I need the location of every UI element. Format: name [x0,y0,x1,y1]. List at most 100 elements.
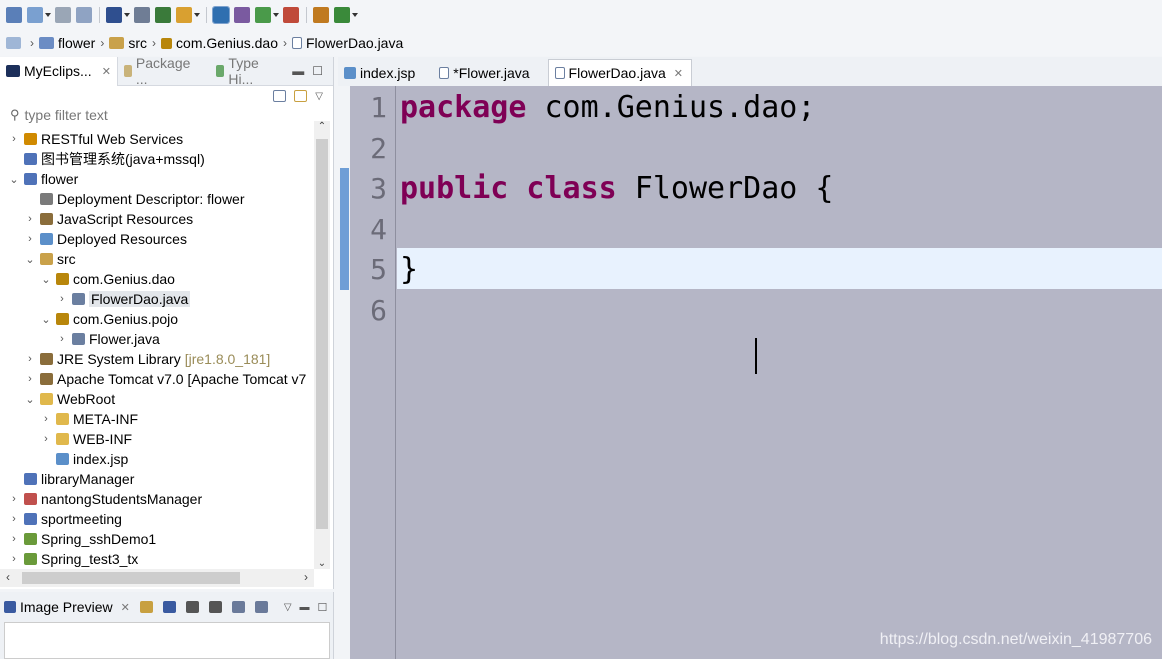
tree-item[interactable]: Deployment Descriptor: flower [24,189,245,209]
tree-item[interactable]: ⌄ src [24,249,75,269]
tree-item[interactable]: › WEB-INF [40,429,132,449]
maximize-icon[interactable]: ☐ [318,601,328,614]
tree-item[interactable]: ⌄ WebRoot [24,389,115,409]
tree-item[interactable]: › Apache Tomcat v7.0 [Apache Tomcat v7 [24,369,306,389]
breadcrumb-item-src[interactable]: src [109,35,147,51]
library-icon [40,213,53,225]
close-icon[interactable]: ✕ [674,67,683,80]
tab-flowerdao-java[interactable]: FlowerDao.java ✕ [547,59,693,86]
expand-icon[interactable]: › [24,213,36,225]
expand-icon[interactable]: › [8,133,20,145]
tab-flower-java[interactable]: *Flower.java [433,59,547,86]
project-icon [24,153,37,165]
collapse-all-icon[interactable] [273,90,287,102]
scroll-right-icon[interactable]: › [304,570,308,584]
open-type-icon[interactable] [255,7,279,23]
view-menu-icon[interactable]: ▽ [315,91,323,102]
expand-icon[interactable]: › [24,233,36,245]
tree-item[interactable]: › Flower.java [56,329,160,349]
scroll-up-icon[interactable]: ⌃ [314,121,330,132]
sync-icon[interactable] [139,601,153,613]
expand-icon[interactable]: › [24,373,36,385]
tree-item[interactable]: › RESTful Web Services [8,129,183,149]
tree-item[interactable]: › Spring_test3_tx [8,549,138,569]
save-all-icon[interactable] [76,7,92,23]
search-icon[interactable] [176,7,200,23]
image-icon[interactable] [162,601,176,613]
maximize-icon[interactable]: ☐ [312,64,323,78]
close-icon[interactable]: ✕ [102,65,111,78]
link-editor-icon[interactable] [6,37,21,49]
scroll-down-icon[interactable]: ⌄ [314,558,330,569]
tree-item[interactable]: › JRE System Library [jre1.8.0_181] [24,349,270,369]
tree-item[interactable]: ⌄ com.Genius.pojo [40,309,178,329]
tab-index-jsp[interactable]: index.jsp [338,59,433,86]
tree-item[interactable]: › nantongStudentsManager [8,489,202,509]
debug-icon[interactable] [155,7,171,23]
breadcrumb-item-package[interactable]: com.Genius.dao [161,35,278,51]
preview-toolbar [139,601,272,613]
tab-myeclipse-explorer[interactable]: MyEclips... ✕ [0,56,118,86]
run-icon[interactable] [134,7,150,23]
print-icon[interactable] [106,7,130,23]
close-icon[interactable]: ✕ [121,601,130,614]
tree-item[interactable]: 图书管理系统(java+mssql) [8,149,205,169]
scroll-left-icon[interactable]: ‹ [6,570,10,584]
expand-icon[interactable]: › [56,333,68,345]
expand-icon[interactable]: › [40,413,52,425]
actual-size-icon[interactable] [231,601,245,613]
refactor-icon[interactable] [283,7,299,23]
view-menu-icon[interactable]: ▽ [284,602,292,613]
code-line[interactable]: } [400,250,418,290]
filter-field[interactable]: ⚲ type filter text [0,106,333,124]
tree-item[interactable]: › META-INF [40,409,138,429]
tab-image-preview[interactable]: Image Preview [20,599,113,615]
server-icon[interactable] [234,7,250,23]
deploy-icon[interactable] [212,6,230,24]
zoom-out-icon[interactable] [185,601,199,613]
zoom-in-icon[interactable] [208,601,222,613]
expand-icon[interactable]: › [8,533,20,545]
collapse-icon[interactable]: ⌄ [40,313,52,326]
code-editor[interactable]: 1 2 3 4 5 6 package com.Genius.dao; public cla… [338,86,1162,659]
tree-item[interactable]: ⌄ flower [8,169,78,189]
code-text-span: } [400,252,419,287]
tab-type-hierarchy[interactable]: Type Hi... [210,55,292,87]
expand-icon[interactable]: › [56,293,68,305]
fit-icon[interactable] [254,601,268,613]
link-with-editor-icon[interactable] [294,90,308,102]
expand-icon[interactable]: › [8,493,20,505]
scroll-thumb[interactable] [316,139,328,529]
new-icon[interactable] [6,7,22,23]
expand-icon[interactable]: › [24,353,36,365]
collapse-icon[interactable]: ⌄ [8,173,20,186]
expand-icon[interactable]: › [40,433,52,445]
minimize-icon[interactable]: ▬ [292,64,304,78]
vertical-scrollbar[interactable]: ⌃ ⌄ [314,121,330,569]
code-line[interactable]: package com.Genius.dao; [400,88,815,128]
collapse-icon[interactable]: ⌄ [40,273,52,286]
collapse-icon[interactable]: ⌄ [24,393,36,406]
scroll-thumb[interactable] [22,572,240,584]
tree-item[interactable]: index.jsp [40,449,128,469]
back-icon[interactable] [313,7,329,23]
tree-item[interactable]: › JavaScript Resources [24,209,193,229]
tree-item[interactable]: › FlowerDao.java [56,289,191,309]
collapse-icon[interactable]: ⌄ [24,253,36,266]
tree-item[interactable]: › Deployed Resources [24,229,187,249]
horizontal-scrollbar[interactable]: ‹ › [0,569,314,587]
tree-item[interactable]: › Spring_sshDemo1 [8,529,156,549]
new-project-icon[interactable] [27,7,51,23]
tab-package-explorer[interactable]: Package ... [118,55,211,87]
expand-icon[interactable]: › [8,553,20,565]
code-line[interactable]: public class FlowerDao { [400,169,834,209]
save-icon[interactable] [55,7,71,23]
minimize-icon[interactable]: ▬ [300,602,310,613]
breadcrumb-item-project[interactable]: flower [39,35,95,51]
forward-icon[interactable] [334,7,358,23]
tree-item[interactable]: libraryManager [8,469,134,489]
tree-item[interactable]: › sportmeeting [8,509,122,529]
tree-item[interactable]: ⌄ com.Genius.dao [40,269,175,289]
breadcrumb-item-file[interactable]: FlowerDao.java [291,35,403,51]
expand-icon[interactable]: › [8,513,20,525]
